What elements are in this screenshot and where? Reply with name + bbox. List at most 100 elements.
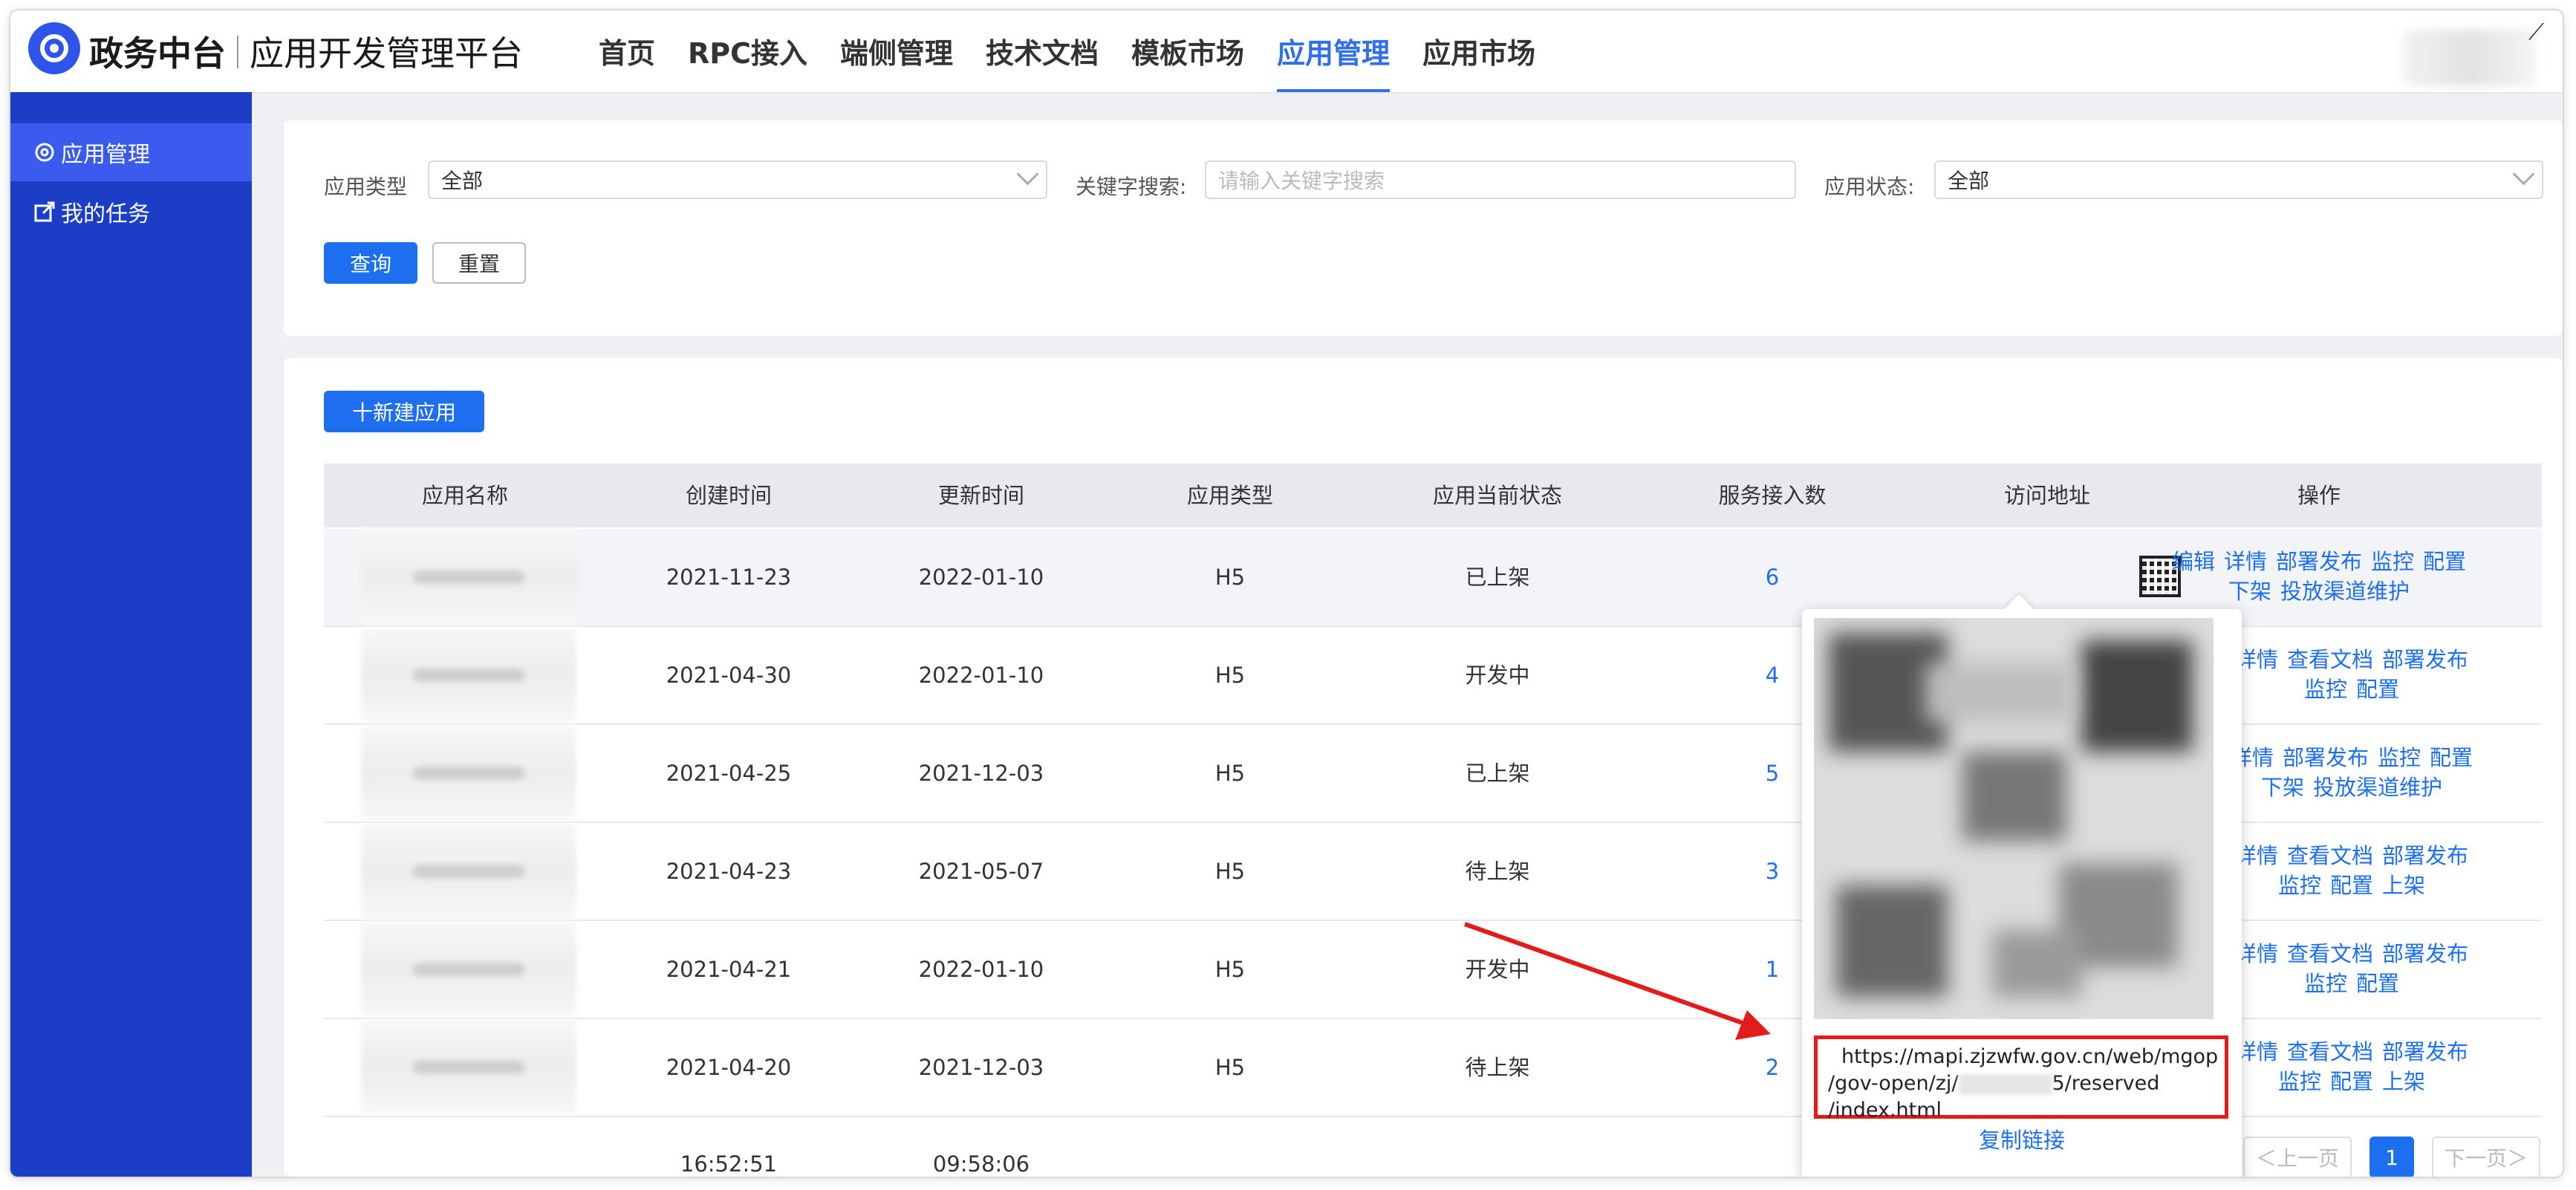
main-nav: 首页 RPC接入 端侧管理 技术文档 模板市场 应用管理 应用市场	[582, 10, 1552, 92]
filter-panel: 应用类型 全部 关键字搜索: 请输入关键字搜索 应用状态: 全部 查询 重置	[284, 120, 2563, 336]
view-docs-link[interactable]: 查看文档	[2287, 1039, 2373, 1064]
gear-icon	[35, 143, 54, 162]
url-line-1: https://mapi.zjzwfw.gov.cn/web/mgop	[1841, 1045, 2219, 1068]
nav-app-management[interactable]: 应用管理	[1261, 10, 1406, 92]
view-docs-link[interactable]: 查看文档	[2287, 941, 2373, 966]
sidebar-item-label: 应用管理	[61, 142, 150, 168]
window-corner-icon: ⟋	[2528, 19, 2544, 45]
view-docs-link[interactable]: 查看文档	[2287, 647, 2373, 672]
offline-link[interactable]: 下架	[2228, 579, 2271, 604]
top-header: 政务中台 应用开发管理平台 首页 RPC接入 端侧管理 技术文档 模板市场 应用…	[10, 10, 2563, 94]
monitor-link[interactable]: 监控	[2278, 873, 2321, 898]
sidebar-item-my-tasks[interactable]: 我的任务	[10, 183, 252, 241]
reset-button[interactable]: 重置	[432, 242, 526, 284]
config-link[interactable]: 配置	[2423, 549, 2466, 574]
brand-name: 政务中台	[89, 33, 226, 74]
table-header: 应用名称 创建时间 更新时间 应用类型 应用当前状态 服务接入数 访问地址 操作	[324, 464, 2542, 527]
deploy-link[interactable]: 部署发布	[2382, 647, 2468, 672]
deploy-link[interactable]: 部署发布	[2283, 745, 2369, 770]
monitor-link[interactable]: 监控	[2278, 1069, 2321, 1094]
nav-client[interactable]: 端侧管理	[824, 10, 969, 92]
status-value: 全部	[1948, 169, 1990, 193]
sidebar: 应用管理 我的任务	[10, 92, 252, 1177]
app-type-value: 全部	[441, 169, 484, 193]
sidebar-item-label: 我的任务	[61, 201, 150, 227]
app-type-label: 应用类型	[324, 175, 408, 199]
logo-icon	[28, 22, 80, 74]
publish-link[interactable]: 上架	[2382, 1069, 2425, 1094]
detail-link[interactable]: 详情	[2224, 549, 2267, 574]
col-created: 创建时间	[685, 483, 772, 508]
cell-type: H5	[1214, 1055, 1246, 1080]
cell-status: 开发中	[1465, 663, 1530, 688]
cell-updated: 2022-01-10 16:43:37	[918, 957, 1044, 1079]
publish-link[interactable]: 上架	[2382, 873, 2425, 898]
channel-link[interactable]: 投放渠道维护	[2313, 775, 2442, 800]
monitor-link[interactable]: 监控	[2304, 971, 2347, 996]
new-app-button[interactable]: 十新建应用	[324, 391, 484, 432]
url-redacted	[1958, 1073, 2052, 1095]
platform-title: 应用开发管理平台	[250, 33, 523, 74]
cell-updated: 2021-05-07 14:46:30	[918, 859, 1044, 981]
config-link[interactable]: 配置	[2356, 971, 2399, 996]
next-page-button[interactable]: 下一页＞	[2432, 1137, 2540, 1177]
external-edit-icon	[34, 201, 55, 222]
keyword-search-input[interactable]: 请输入关键字搜索	[1205, 160, 1796, 199]
config-link[interactable]: 配置	[2430, 745, 2473, 770]
user-avatar[interactable]	[2402, 30, 2536, 86]
query-button[interactable]: 查询	[324, 242, 417, 284]
deploy-link[interactable]: 部署发布	[2382, 941, 2468, 966]
monitor-link[interactable]: 监控	[2304, 677, 2347, 702]
app-name-redacted	[361, 921, 576, 1016]
annotation-arrow-icon	[1463, 922, 1771, 1040]
sidebar-item-app-management[interactable]: 应用管理	[10, 123, 252, 181]
edit-link[interactable]: 编辑	[2172, 549, 2215, 574]
chevron-down-icon	[2512, 163, 2535, 186]
col-actions: 操作	[2297, 483, 2341, 508]
channel-link[interactable]: 投放渠道维护	[2280, 579, 2410, 604]
nav-rpc[interactable]: RPC接入	[671, 10, 824, 92]
keyword-label: 关键字搜索:	[1076, 175, 1187, 199]
col-updated: 更新时间	[937, 483, 1024, 508]
prev-page-button[interactable]: ＜上一页	[2243, 1137, 2352, 1177]
cell-updated: 2022-01-10 16:41:00	[918, 663, 1044, 784]
nav-templates[interactable]: 模板市场	[1115, 10, 1261, 92]
copy-link-button[interactable]: 复制链接	[1802, 1123, 2242, 1154]
cell-status: 已上架	[1465, 565, 1530, 590]
config-link[interactable]: 配置	[2330, 1069, 2373, 1094]
offline-link[interactable]: 下架	[2261, 775, 2304, 800]
cell-type: H5	[1214, 957, 1246, 982]
deploy-link[interactable]: 部署发布	[2382, 843, 2468, 868]
access-url-text: https://mapi.zjzwfw.gov.cn/web/mgop /gov…	[1814, 1035, 2228, 1122]
cell-created: 2021-04-23 14:54:24	[666, 859, 792, 981]
deploy-link[interactable]: 部署发布	[2382, 1039, 2468, 1064]
monitor-link[interactable]: 监控	[2378, 745, 2421, 770]
cell-type: H5	[1214, 859, 1246, 884]
nav-docs[interactable]: 技术文档	[969, 10, 1115, 92]
qr-code-redacted	[1814, 618, 2214, 1019]
monitor-link[interactable]: 监控	[2371, 549, 2414, 574]
nav-app-market[interactable]: 应用市场	[1406, 10, 1552, 92]
app-name-redacted	[361, 627, 576, 722]
page-1-button[interactable]: 1	[2370, 1137, 2414, 1177]
col-app-name: 应用名称	[421, 483, 508, 508]
config-link[interactable]: 配置	[2330, 873, 2373, 898]
chevron-down-icon	[1016, 163, 1039, 186]
cell-updated: 2021-12-03 09:58:06	[918, 1055, 1044, 1177]
config-link[interactable]: 配置	[2356, 677, 2399, 702]
cell-type: H5	[1214, 761, 1246, 786]
cell-type: H5	[1214, 565, 1246, 590]
col-status: 应用当前状态	[1432, 483, 1562, 508]
deploy-link[interactable]: 部署发布	[2276, 549, 2362, 574]
cell-created: 2021-11-23 18:17:06	[666, 565, 792, 686]
nav-home[interactable]: 首页	[582, 10, 671, 92]
url-line-2-end: 5/reserved	[2052, 1072, 2160, 1095]
view-docs-link[interactable]: 查看文档	[2287, 843, 2373, 868]
cell-status: 待上架	[1465, 859, 1530, 884]
cell-created: 2021-04-20 16:52:51	[666, 1055, 792, 1177]
status-label: 应用状态:	[1824, 175, 1915, 199]
status-select[interactable]: 全部	[1934, 160, 2543, 199]
app-name-redacted	[361, 725, 576, 820]
app-type-select[interactable]: 全部	[428, 160, 1047, 199]
cell-created: 2021-04-21 09:21:50	[666, 957, 792, 1079]
